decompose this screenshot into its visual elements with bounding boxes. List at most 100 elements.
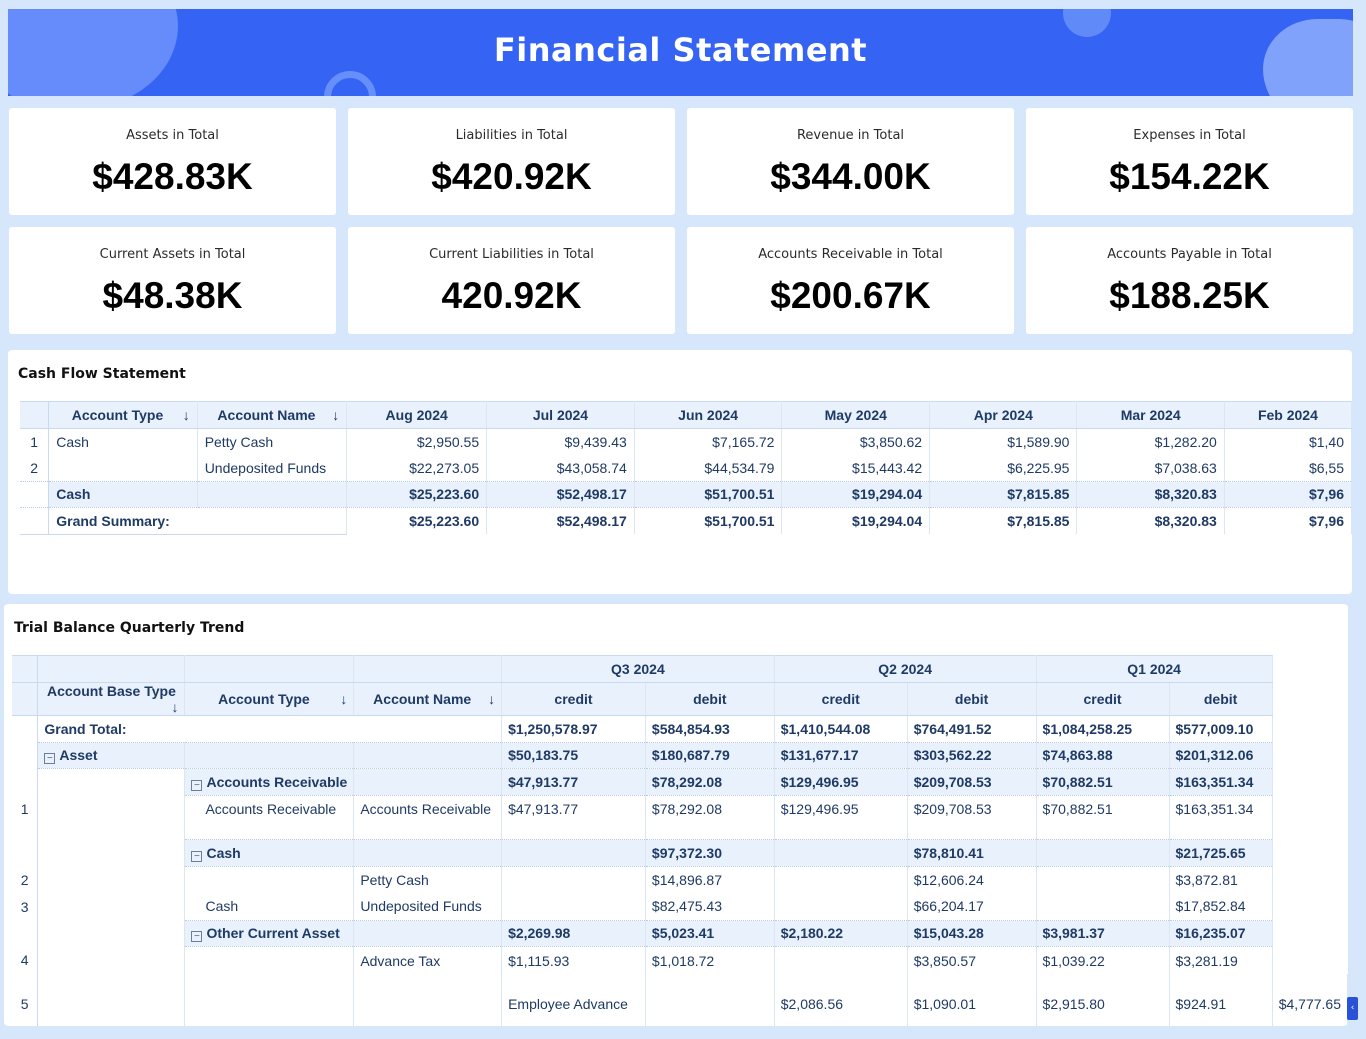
table-header-row: Account Type ↓ Account Name ↓ Aug 2024 Jul…: [20, 401, 1352, 429]
collapse-icon[interactable]: −: [191, 779, 203, 791]
kpi-label: Current Assets in Total: [99, 247, 246, 262]
kpi-card-accounts-receivable[interactable]: Accounts Receivable in Total $200.67K: [687, 227, 1014, 334]
group-row-cash: − Cash $97,372.30 $78,810.41 $21,725.65: [12, 839, 1348, 867]
collapse-icon[interactable]: −: [191, 930, 203, 942]
collapse-icon[interactable]: −: [191, 850, 203, 862]
cell-value: $2,086.56: [774, 973, 908, 1026]
column-header-label: Account Type: [218, 690, 310, 707]
cell-value: $1,090.01: [907, 973, 1037, 1026]
cell-value: $129,496.95: [774, 795, 908, 840]
cell-empty: [184, 973, 355, 1026]
kpi-value: $154.22K: [1109, 156, 1270, 197]
row-number: [12, 742, 39, 769]
kpi-label: Expenses in Total: [1133, 128, 1246, 143]
cell-value: $7,96: [1224, 507, 1352, 534]
kpi-card-revenue[interactable]: Revenue in Total $344.00K: [687, 108, 1014, 215]
cell-value: $44,534.79: [634, 454, 783, 481]
cell-value: [501, 866, 646, 894]
group-label[interactable]: − Cash: [184, 839, 355, 867]
column-header-debit[interactable]: debit: [645, 682, 775, 716]
kpi-card-current-assets[interactable]: Current Assets in Total $48.38K: [9, 227, 336, 334]
column-header-month[interactable]: May 2024: [781, 401, 931, 429]
group-label-text: Other Current Asset: [206, 924, 340, 941]
column-header-credit[interactable]: credit: [1036, 682, 1170, 716]
sort-arrow-icon[interactable]: ↓: [488, 691, 495, 707]
table-row: 2 Petty Cash $14,896.87 $12,606.24 $3,87…: [12, 866, 1348, 894]
sort-arrow-icon[interactable]: ↓: [171, 699, 178, 715]
table-row: 2 Undeposited Funds $22,273.05 $43,058.7…: [20, 454, 1352, 481]
cell-value: $129,496.95: [774, 768, 908, 797]
cell-account-type: [353, 973, 503, 1026]
cell-value: $78,810.41: [907, 839, 1037, 867]
cell-value: $1,039.22: [1036, 946, 1170, 974]
sort-arrow-icon[interactable]: ↓: [332, 407, 339, 423]
kpi-card-expenses[interactable]: Expenses in Total $154.22K: [1026, 108, 1353, 215]
column-header-debit[interactable]: debit: [1169, 682, 1273, 716]
cell-value: $15,443.42: [781, 454, 931, 481]
cell-value: [501, 839, 646, 867]
column-header-account-type[interactable]: Account Type ↓: [48, 401, 198, 429]
kpi-card-assets[interactable]: Assets in Total $428.83K: [9, 108, 336, 215]
column-header-month[interactable]: Aug 2024: [346, 401, 488, 429]
column-header-account-name[interactable]: Account Name ↓: [197, 401, 348, 429]
column-header-quarter[interactable]: Q2 2024: [774, 655, 1037, 683]
collapse-icon[interactable]: −: [44, 752, 56, 764]
chevron-left-icon[interactable]: ‹: [1347, 997, 1358, 1020]
cell-account-type: Accounts Receivable: [184, 795, 355, 840]
row-number: 3: [12, 893, 39, 921]
column-header-month[interactable]: Mar 2024: [1076, 401, 1225, 429]
cell-empty: [353, 741, 503, 770]
cell-value: $2,950.55: [346, 428, 488, 455]
sort-arrow-icon[interactable]: ↓: [183, 407, 190, 423]
column-header-account-type[interactable]: Account Type ↓: [184, 682, 355, 716]
column-header-month[interactable]: Jul 2024: [486, 401, 635, 429]
cell-value: $43,058.74: [486, 454, 635, 481]
dashboard-header: Financial Statement: [8, 9, 1353, 96]
kpi-card-current-liabilities[interactable]: Current Liabilities in Total 420.92K: [348, 227, 675, 334]
cell-empty: [353, 919, 503, 948]
column-header-account-name[interactable]: Account Name ↓: [353, 682, 503, 716]
cell-empty: [37, 768, 186, 1026]
group-row-accounts-receivable: − Accounts Receivable $47,913.77 $78,292.…: [12, 768, 1348, 1026]
cell-account-name: Advance Tax: [353, 946, 503, 974]
column-header-row: Account Base Type ↓ Account Type ↓ Account…: [12, 682, 1348, 716]
kpi-card-accounts-payable[interactable]: Accounts Payable in Total $188.25K: [1026, 227, 1353, 334]
cell-empty: [353, 768, 503, 797]
cell-account-type: Cash: [48, 428, 198, 455]
column-header-quarter[interactable]: Q3 2024: [501, 655, 775, 683]
column-header-month[interactable]: Apr 2024: [929, 401, 1078, 429]
group-label[interactable]: − Asset: [37, 741, 186, 770]
cell-value: $17,852.84: [1169, 893, 1273, 921]
column-header-month[interactable]: Jun 2024: [634, 401, 783, 429]
group-label-text: Asset: [59, 746, 98, 763]
cell-account-name: Accounts Receivable: [353, 795, 503, 840]
column-header-base-type[interactable]: Account Base Type ↓: [37, 682, 186, 716]
cell-value: $47,913.77: [501, 795, 646, 840]
cell-value: $47,913.77: [501, 768, 646, 797]
cell-value: $7,96: [1224, 480, 1352, 508]
cash-flow-panel: Cash Flow Statement Account Type ↓ Accoun…: [8, 350, 1352, 594]
header-spacer: [37, 655, 186, 683]
group-label[interactable]: − Accounts Receivable: [184, 768, 355, 797]
column-header-credit[interactable]: credit: [501, 682, 646, 716]
cell-value: [1036, 893, 1170, 921]
kpi-label: Revenue in Total: [796, 128, 905, 143]
row-number: [12, 768, 39, 796]
row-number: 5: [12, 973, 39, 1026]
column-header-month[interactable]: Feb 2024: [1224, 401, 1352, 429]
kpi-value: $200.67K: [770, 275, 931, 316]
group-row-asset: − Asset $50,183.75 $180,687.79 $131,677.1…: [12, 741, 1348, 770]
cell-value: [501, 893, 646, 921]
column-header-credit[interactable]: credit: [774, 682, 908, 716]
group-label[interactable]: − Other Current Asset: [184, 919, 355, 948]
cell-value: [1036, 866, 1170, 894]
column-header-debit[interactable]: debit: [907, 682, 1037, 716]
cell-value: $9,439.43: [486, 428, 635, 455]
column-header-quarter[interactable]: Q1 2024: [1036, 655, 1273, 683]
cell-account-name: Employee Advance: [501, 973, 646, 1026]
cell-value: $577,009.10: [1169, 715, 1273, 743]
kpi-card-liabilities[interactable]: Liabilities in Total $420.92K: [348, 108, 675, 215]
sort-arrow-icon[interactable]: ↓: [340, 691, 347, 707]
cell-value: $25,223.60: [346, 480, 488, 508]
cell-empty: [353, 839, 503, 867]
